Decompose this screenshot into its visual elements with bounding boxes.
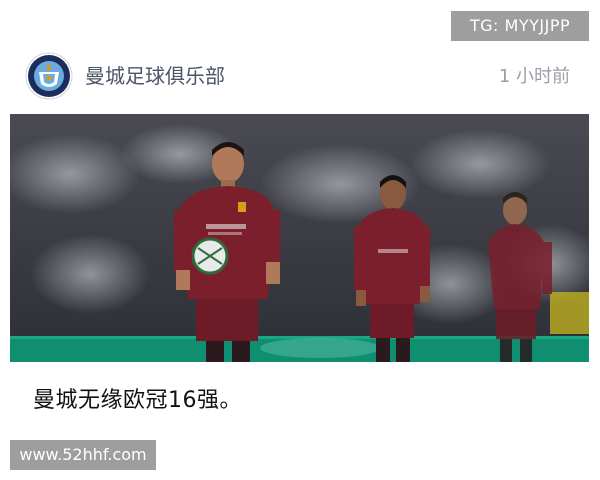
account-name[interactable]: 曼城足球俱乐部: [85, 62, 225, 90]
watermark-top: TG: MYYJJPP: [451, 11, 589, 41]
match-photo[interactable]: [10, 114, 589, 362]
watermark-bottom: www.52hhf.com: [10, 440, 156, 470]
manchester-city-crest-icon[interactable]: [25, 52, 73, 100]
post-caption: 曼城无缘欧冠16强。: [33, 388, 242, 413]
post-header: 曼城足球俱乐部 1 小时前: [25, 52, 570, 104]
post-timestamp: 1 小时前: [498, 66, 570, 87]
